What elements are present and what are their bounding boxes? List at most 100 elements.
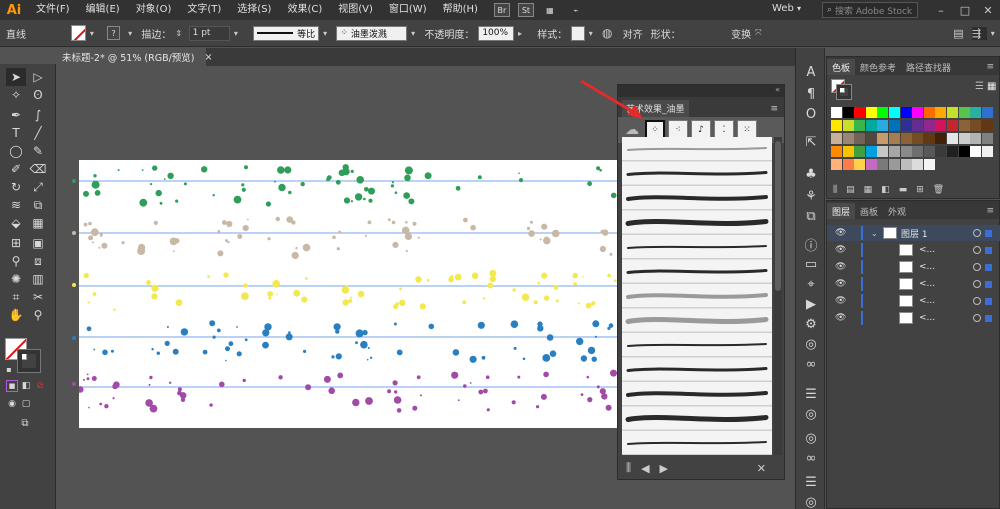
width-tool-icon[interactable]: ≋	[6, 196, 26, 214]
graphic-styles-icon[interactable]: ◎	[801, 428, 821, 448]
asset-export-icon[interactable]: ⧉	[801, 206, 821, 226]
recolor-icon[interactable]: ◍	[602, 26, 619, 40]
color-swatch[interactable]	[981, 107, 993, 118]
transform-button[interactable]: 变换	[731, 26, 751, 41]
color-swatch[interactable]	[842, 159, 854, 170]
color-swatch[interactable]	[854, 107, 866, 118]
mesh-icon[interactable]: ⊞	[6, 234, 26, 252]
path-name[interactable]: <...	[919, 262, 935, 272]
menu-file[interactable]: 文件(F)	[28, 0, 78, 20]
color-swatch[interactable]	[912, 120, 924, 131]
cc-libraries-icon[interactable]: ◎	[801, 334, 821, 354]
color-swatch[interactable]	[877, 146, 889, 157]
eyedropper-icon[interactable]: ⚲	[6, 252, 26, 270]
swatch-stroke-preview[interactable]	[836, 84, 852, 100]
opentype-panel-icon[interactable]: O	[801, 104, 821, 124]
color-swatch[interactable]	[831, 146, 842, 157]
stroke-panel-icon[interactable]: ☰	[801, 472, 821, 492]
panel-menu-icon[interactable]: ≡	[981, 59, 999, 75]
color-swatch[interactable]	[877, 120, 889, 131]
color-swatch[interactable]	[970, 120, 982, 131]
color-swatch[interactable]	[842, 120, 854, 131]
rotate-icon[interactable]: ↻	[6, 178, 26, 196]
fill-swatch[interactable]	[70, 25, 86, 41]
navigator-icon[interactable]: ⌖	[801, 274, 821, 294]
paragraph-panel-icon[interactable]: ¶	[801, 84, 821, 104]
info-panel-icon[interactable]: ⓘ	[801, 234, 821, 254]
draw-normal-icon[interactable]: ◉	[6, 398, 18, 410]
color-swatch[interactable]	[923, 133, 935, 144]
visibility-eye-icon[interactable]: 👁	[835, 228, 846, 238]
tab-appearance[interactable]: 外观	[883, 203, 911, 219]
target-circle-icon[interactable]	[973, 246, 981, 254]
graphic-style-swatch[interactable]	[571, 25, 585, 41]
color-swatch[interactable]	[877, 133, 889, 144]
menu-effect[interactable]: 效果(C)	[279, 0, 330, 20]
hand-tool-icon[interactable]: ✋	[6, 306, 26, 324]
color-swatch[interactable]	[865, 133, 877, 144]
brushes-panel-icon[interactable]: ∞	[801, 448, 821, 468]
close-icon[interactable]: ×	[205, 52, 213, 63]
color-swatch[interactable]	[842, 107, 854, 118]
character-panel-icon[interactable]: A	[801, 62, 821, 82]
slice-tool-icon[interactable]: ✂	[28, 288, 48, 306]
close-button[interactable]: ✕	[977, 0, 999, 20]
visibility-eye-icon[interactable]: 👁	[835, 245, 846, 255]
chevron-down-icon[interactable]: ▾	[991, 29, 1000, 38]
new-color-group-icon[interactable]: ▬	[899, 185, 908, 195]
splatter-row[interactable]	[79, 369, 617, 413]
tab-artboards[interactable]: 画板	[855, 203, 883, 219]
symbol-sprayer-icon[interactable]: ✺	[6, 270, 26, 288]
artboard[interactable]	[79, 160, 617, 428]
screen-mode-icon[interactable]: ▢	[20, 398, 32, 410]
color-swatch[interactable]	[900, 120, 912, 131]
color-swatch[interactable]	[854, 159, 866, 170]
opacity-label[interactable]: 不透明度：	[424, 26, 474, 41]
color-mode-icon[interactable]: ■	[6, 380, 18, 392]
stroke-swatch[interactable]: ?	[107, 26, 121, 40]
selection-indicator[interactable]	[985, 314, 992, 322]
settings-icon[interactable]: ⚙	[801, 314, 821, 334]
expand-chevron-icon[interactable]: ⌄	[871, 229, 878, 238]
splatter-row[interactable]	[83, 216, 613, 260]
color-swatch[interactable]	[865, 146, 877, 157]
menu-object[interactable]: 对象(O)	[128, 0, 180, 20]
color-swatch[interactable]	[935, 107, 947, 118]
shape-label[interactable]: 形状：	[651, 26, 681, 41]
align-panel-icon[interactable]: ☰	[801, 384, 821, 404]
shaper-icon[interactable]: ✐	[6, 160, 26, 178]
color-swatch[interactable]	[889, 107, 900, 118]
selection-indicator[interactable]	[985, 229, 992, 237]
cc-library-icon[interactable]: ▤	[846, 185, 855, 195]
chevron-right-icon[interactable]: ▸	[518, 29, 527, 38]
color-swatch[interactable]	[981, 146, 993, 157]
path-name[interactable]: <...	[919, 313, 935, 323]
color-swatch[interactable]	[923, 120, 935, 131]
path-name[interactable]: <...	[919, 245, 935, 255]
stroke-color-box[interactable]	[17, 349, 41, 373]
color-swatch[interactable]	[947, 107, 958, 118]
color-swatch[interactable]	[889, 159, 900, 170]
stock-button[interactable]: St	[517, 3, 534, 17]
export-panel-icon[interactable]: ⇱	[801, 132, 821, 152]
color-swatch[interactable]	[970, 107, 982, 118]
target-circle-icon[interactable]	[973, 314, 981, 322]
tab-pathfinder[interactable]: 路径查找器	[901, 59, 956, 75]
eraser-icon[interactable]: ⌫	[28, 160, 48, 178]
shape-builder-icon[interactable]: ⬙	[6, 214, 26, 232]
minimize-button[interactable]: –	[930, 0, 952, 20]
brush-libraries-menu-icon[interactable]: ⫼	[626, 461, 631, 475]
tab-swatches[interactable]: 色板	[827, 59, 856, 75]
color-swatch[interactable]	[877, 159, 889, 170]
color-swatch[interactable]	[865, 159, 877, 170]
color-swatch[interactable]	[912, 133, 924, 144]
collapse-icon[interactable]: «	[775, 85, 780, 94]
color-swatch[interactable]	[923, 107, 935, 118]
direct-selection-icon[interactable]: ▷	[28, 68, 48, 86]
type-tool-icon[interactable]: T	[6, 124, 26, 142]
swatch-options-icon[interactable]: ◧	[881, 185, 890, 195]
links-panel-icon[interactable]: ∞	[801, 354, 821, 374]
menu-window[interactable]: 窗口(W)	[381, 0, 435, 20]
curvature-icon[interactable]: ∫	[28, 106, 48, 124]
list-view-icon[interactable]: ☰	[975, 81, 986, 92]
